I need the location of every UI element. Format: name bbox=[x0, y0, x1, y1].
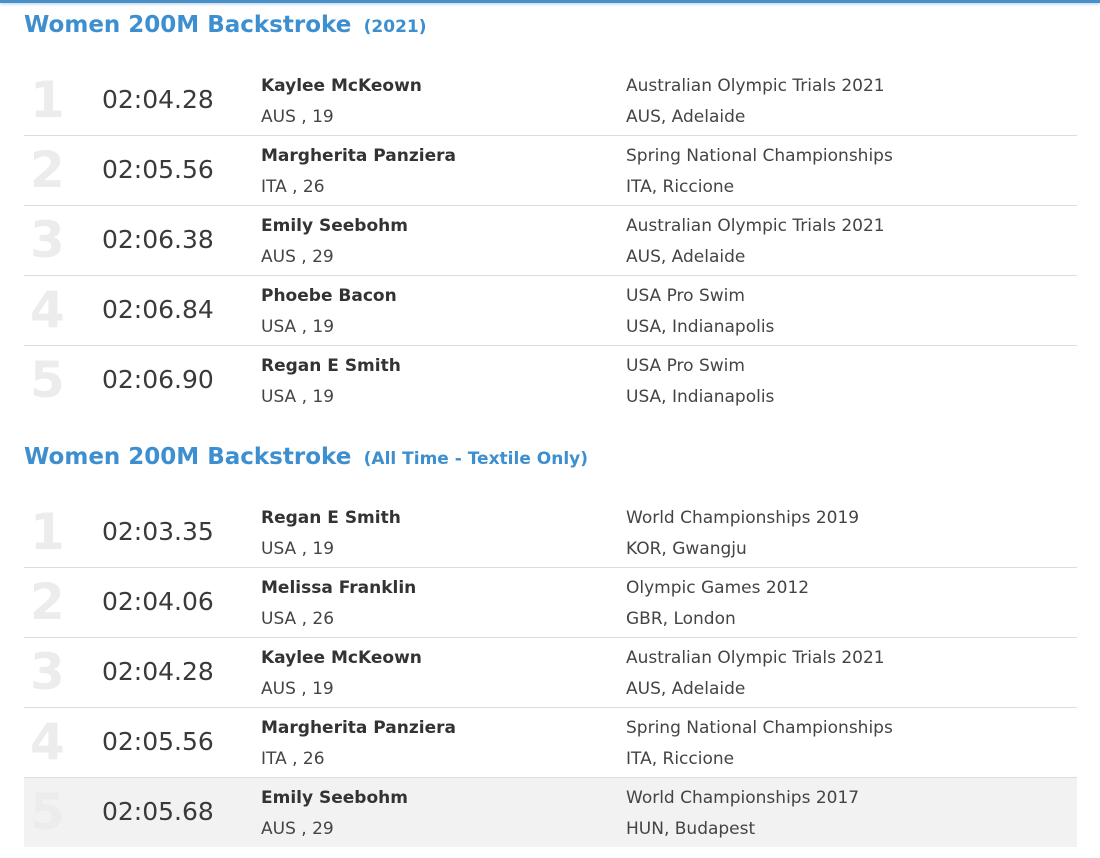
ranking-row[interactable]: 3 02:06.38 Emily Seebohm AUS , 29 Austra… bbox=[24, 206, 1077, 276]
meet-location: AUS, Adelaide bbox=[626, 107, 746, 127]
meet-name: USA Pro Swim bbox=[626, 286, 745, 306]
swim-time: 02:05.68 bbox=[102, 797, 214, 826]
swim-time: 02:06.38 bbox=[102, 225, 214, 254]
meet-name: Australian Olympic Trials 2021 bbox=[626, 216, 885, 236]
meet-location: GBR, London bbox=[626, 609, 736, 629]
section-title: Women 200M Backstroke (2021) bbox=[24, 10, 427, 38]
athlete-country-age: USA , 19 bbox=[261, 317, 335, 337]
athlete-name[interactable]: Emily Seebohm bbox=[261, 214, 408, 238]
section-title-main: Women 200M Backstroke bbox=[24, 12, 352, 38]
section-title-subtitle: (All Time - Textile Only) bbox=[363, 449, 589, 469]
rank-number: 4 bbox=[30, 281, 65, 339]
athlete-name[interactable]: Regan E Smith bbox=[261, 506, 401, 530]
meet-location: USA, Indianapolis bbox=[626, 387, 775, 407]
athlete-country-age: AUS , 29 bbox=[261, 819, 334, 839]
athlete-name[interactable]: Kaylee McKeown bbox=[261, 646, 422, 670]
swim-time: 02:06.90 bbox=[102, 365, 214, 394]
meet-name: World Championships 2019 bbox=[626, 508, 860, 528]
athlete-name[interactable]: Melissa Franklin bbox=[261, 576, 416, 600]
athlete-country-age: AUS , 29 bbox=[261, 247, 334, 267]
ranking-row[interactable]: 5 02:06.90 Regan E Smith USA , 19 USA Pr… bbox=[24, 346, 1077, 415]
swim-time: 02:05.56 bbox=[102, 727, 214, 756]
meet-name: Australian Olympic Trials 2021 bbox=[626, 648, 885, 668]
section-title: Women 200M Backstroke (All Time - Textil… bbox=[24, 442, 588, 470]
section-title-main: Women 200M Backstroke bbox=[24, 444, 352, 470]
athlete-country-age: USA , 19 bbox=[261, 539, 335, 559]
ranking-row[interactable]: 1 02:04.28 Kaylee McKeown AUS , 19 Austr… bbox=[24, 66, 1077, 136]
athlete-country-age: ITA , 26 bbox=[261, 749, 325, 769]
athlete-country-age: USA , 26 bbox=[261, 609, 335, 629]
athlete-name[interactable]: Kaylee McKeown bbox=[261, 74, 422, 98]
rank-number: 4 bbox=[30, 713, 65, 771]
swim-time: 02:03.35 bbox=[102, 517, 214, 546]
rank-number: 3 bbox=[30, 643, 65, 701]
ranking-row[interactable]: 3 02:04.28 Kaylee McKeown AUS , 19 Austr… bbox=[24, 638, 1077, 708]
athlete-country-age: AUS , 19 bbox=[261, 679, 334, 699]
ranking-row[interactable]: 1 02:03.35 Regan E Smith USA , 19 World … bbox=[24, 498, 1077, 568]
athlete-name[interactable]: Margherita Panziera bbox=[261, 716, 456, 740]
ranking-row[interactable]: 4 02:06.84 Phoebe Bacon USA , 19 USA Pro… bbox=[24, 276, 1077, 346]
meet-location: ITA, Riccione bbox=[626, 177, 735, 197]
swim-time: 02:05.56 bbox=[102, 155, 214, 184]
athlete-name[interactable]: Regan E Smith bbox=[261, 354, 401, 378]
athlete-country-age: ITA , 26 bbox=[261, 177, 325, 197]
meet-location: AUS, Adelaide bbox=[626, 247, 746, 267]
meet-name: Spring National Championships bbox=[626, 718, 893, 738]
section-title-subtitle: (2021) bbox=[363, 17, 427, 37]
ranking-row[interactable]: 2 02:04.06 Melissa Franklin USA , 26 Oly… bbox=[24, 568, 1077, 638]
rank-number: 3 bbox=[30, 211, 65, 269]
rankings-list: 1 02:04.28 Kaylee McKeown AUS , 19 Austr… bbox=[24, 66, 1077, 415]
meet-name: Olympic Games 2012 bbox=[626, 578, 810, 598]
meet-location: AUS, Adelaide bbox=[626, 679, 746, 699]
swim-time: 02:04.28 bbox=[102, 657, 214, 686]
swim-time: 02:04.28 bbox=[102, 85, 214, 114]
athlete-name[interactable]: Phoebe Bacon bbox=[261, 284, 397, 308]
meet-name: Spring National Championships bbox=[626, 146, 893, 166]
athlete-country-age: USA , 19 bbox=[261, 387, 335, 407]
swim-time: 02:06.84 bbox=[102, 295, 214, 324]
top-accent-bar bbox=[0, 0, 1100, 3]
ranking-row[interactable]: 4 02:05.56 Margherita Panziera ITA , 26 … bbox=[24, 708, 1077, 778]
meet-name: USA Pro Swim bbox=[626, 356, 745, 376]
athlete-name[interactable]: Margherita Panziera bbox=[261, 144, 456, 168]
meet-name: Australian Olympic Trials 2021 bbox=[626, 76, 885, 96]
swim-time: 02:04.06 bbox=[102, 587, 214, 616]
athlete-name[interactable]: Emily Seebohm bbox=[261, 786, 408, 810]
rank-number: 5 bbox=[30, 351, 65, 409]
meet-location: ITA, Riccione bbox=[626, 749, 735, 769]
meet-location: USA, Indianapolis bbox=[626, 317, 775, 337]
meet-name: World Championships 2017 bbox=[626, 788, 860, 808]
rank-number: 1 bbox=[30, 503, 65, 561]
rank-number: 2 bbox=[30, 141, 65, 199]
rankings-list: 1 02:03.35 Regan E Smith USA , 19 World … bbox=[24, 498, 1077, 847]
meet-location: KOR, Gwangju bbox=[626, 539, 747, 559]
ranking-row-hovered[interactable]: 5 02:05.68 Emily Seebohm AUS , 29 World … bbox=[24, 778, 1077, 847]
meet-location: HUN, Budapest bbox=[626, 819, 756, 839]
athlete-country-age: AUS , 19 bbox=[261, 107, 334, 127]
rank-number: 1 bbox=[30, 71, 65, 129]
rank-number: 5 bbox=[30, 783, 65, 841]
ranking-row[interactable]: 2 02:05.56 Margherita Panziera ITA , 26 … bbox=[24, 136, 1077, 206]
rank-number: 2 bbox=[30, 573, 65, 631]
